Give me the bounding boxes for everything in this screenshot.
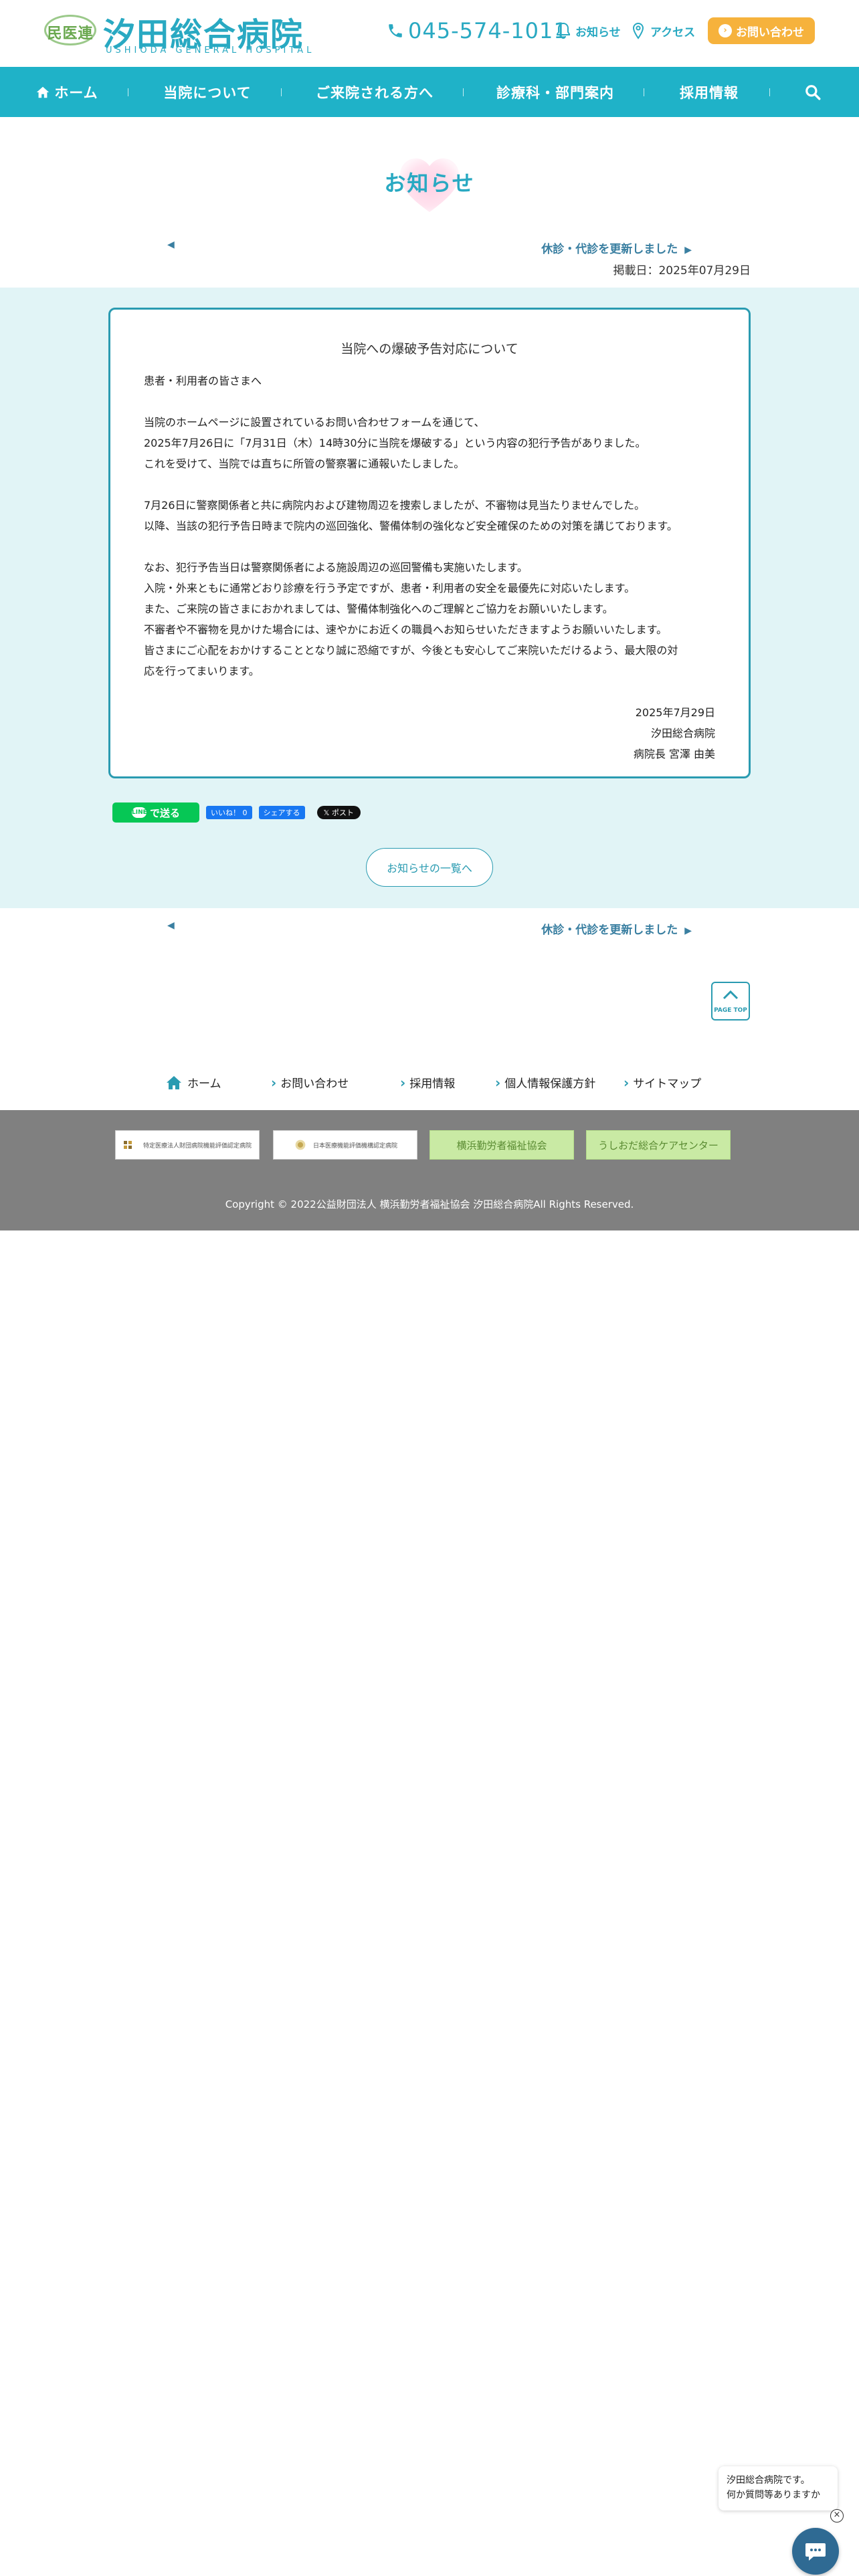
next-post-link[interactable]: 休診・代診を更新しました ▶ bbox=[541, 920, 692, 937]
logo-subtitle: USHIODA GENERAL HOSPITAL bbox=[106, 45, 315, 56]
chat-bubble-icon bbox=[805, 2543, 826, 2561]
article-card: 当院への爆破予告対応について 患者・利用者の皆さまへ 当院のホームページに設置さ… bbox=[108, 308, 751, 778]
nav-visitors[interactable]: ご来院される方へ bbox=[288, 67, 462, 117]
search-icon bbox=[805, 84, 821, 100]
accreditation-seal-icon bbox=[295, 1140, 306, 1150]
article-line: 不審者や不審物を見かけた場合には、速やかにお近くの職員へお知らせいただきますよう… bbox=[144, 623, 668, 636]
article-line: また、ご来院の皆さまにおかれましては、警備体制強化へのご理解とご協力をお願いいた… bbox=[144, 603, 613, 615]
chat-greeting-bubble[interactable]: 汐田総合病院です。 何か質問等ありますか bbox=[719, 2466, 838, 2510]
article-line: 応を行ってまいります。 bbox=[144, 665, 260, 677]
prev-post-arrow-icon[interactable]: ◀ bbox=[167, 239, 175, 250]
chevron-right-icon: › bbox=[271, 1074, 277, 1091]
article-line: 当院のホームページに設置されているお問い合わせフォームを通じて、 bbox=[144, 416, 485, 429]
facebook-share-button[interactable]: シェアする bbox=[258, 806, 305, 819]
line-share-button[interactable]: LINE で送る bbox=[112, 802, 199, 823]
footer-link-home[interactable]: ホーム bbox=[166, 1074, 221, 1091]
article-title: 当院への爆破予告対応について bbox=[341, 342, 518, 356]
chevron-right-icon: › bbox=[400, 1074, 406, 1091]
footer-link-recruit[interactable]: › 採用情報 bbox=[400, 1074, 455, 1091]
phone-icon bbox=[389, 24, 402, 37]
header-access-link[interactable]: アクセス bbox=[630, 20, 695, 41]
chevron-right-icon: › bbox=[624, 1074, 630, 1091]
line-logo-icon: LINE bbox=[131, 807, 147, 818]
news-list-button[interactable]: お知らせの一覧へ bbox=[366, 848, 493, 887]
nav-divider bbox=[769, 88, 770, 96]
banner-accreditation-2[interactable]: 日本医療機能評価機構認定病院 bbox=[273, 1130, 417, 1160]
site-logo[interactable]: 民医連 汐田総合病院 USHIODA GENERAL HOSPITAL bbox=[41, 8, 311, 58]
chat-close-icon[interactable]: × bbox=[830, 2509, 844, 2523]
banner-care-center[interactable]: うしおだ総合ケアセンター bbox=[586, 1130, 731, 1160]
bell-icon bbox=[557, 22, 570, 39]
footer-link-sitemap[interactable]: › サイトマップ bbox=[624, 1074, 701, 1091]
home-icon bbox=[37, 86, 50, 98]
nav-departments[interactable]: 診療科・部門案内 bbox=[468, 67, 642, 117]
post-pager-bottom: ◀ 休診・代診を更新しました ▶ bbox=[0, 908, 859, 948]
global-nav: ホーム 当院について ご来院される方へ 診療科・部門案内 採用情報 bbox=[0, 67, 859, 117]
chevron-right-icon: › bbox=[495, 1074, 501, 1091]
site-footer: 特定医療法人財団病院機能評価認定病院 日本医療機能評価機構認定病院 横浜勤労者福… bbox=[0, 1110, 859, 1230]
accreditation-logo-icon bbox=[123, 1141, 132, 1149]
triangle-right-icon: ▶ bbox=[684, 926, 692, 936]
copyright: Copyright © 2022公益財団法人 横浜勤労者福祉協会 汐田総合病院A… bbox=[225, 1198, 634, 1210]
article-line: これを受けて、当院では直ちに所管の警察署に通報いたしました。 bbox=[144, 457, 465, 470]
nav-home[interactable]: ホーム bbox=[20, 67, 114, 117]
contact-button[interactable]: › お問い合わせ bbox=[708, 17, 815, 44]
signature-name: 病院長 宮澤 由美 bbox=[633, 748, 715, 760]
site-header: 民医連 汐田総合病院 USHIODA GENERAL HOSPITAL 045-… bbox=[0, 0, 859, 67]
article-line: なお、犯行予告当日は警察関係者による施設周辺の巡回警備も実施いたします。 bbox=[144, 561, 528, 574]
nav-divider bbox=[463, 88, 464, 96]
footer-link-contact[interactable]: › お問い合わせ bbox=[271, 1074, 349, 1091]
signature-org: 汐田総合病院 bbox=[650, 727, 715, 740]
nav-recruit[interactable]: 採用情報 bbox=[649, 67, 769, 117]
article-line: 皆さまにご心配をおかけすることとなり誠に恐縮ですが、今後とも安心してご来院いただ… bbox=[144, 644, 678, 657]
facebook-like-button[interactable]: いいね！ 0 bbox=[206, 806, 252, 819]
phone-number[interactable]: 045-574-1011 bbox=[387, 17, 568, 44]
post-date: 掲載日：2025年07月29日 bbox=[613, 264, 751, 278]
page-top-button[interactable]: PAGE TOP bbox=[711, 982, 750, 1021]
x-post-button[interactable]: 𝕏 ポスト bbox=[316, 806, 361, 819]
article-line: 7月26日に警察関係者と共に病院内および建物周辺を捜索しましたが、不審物は見当た… bbox=[144, 499, 645, 512]
home-icon bbox=[167, 1075, 181, 1089]
chevron-right-icon: › bbox=[719, 24, 732, 37]
minirenn-badge: 民医連 bbox=[44, 15, 96, 45]
header-news-link[interactable]: お知らせ bbox=[555, 20, 621, 41]
search-button[interactable] bbox=[789, 67, 836, 117]
page-title-area: お知らせ bbox=[0, 117, 859, 234]
chat-launcher-button[interactable] bbox=[792, 2528, 839, 2575]
post-pager-top: ◀ 休診・代診を更新しました ▶ bbox=[0, 234, 859, 261]
article-section: 当院への爆破予告対応について 患者・利用者の皆さまへ 当院のホームページに設置さ… bbox=[0, 288, 859, 908]
page-title: お知らせ bbox=[384, 171, 475, 196]
footer-links: ホーム › お問い合わせ › 採用情報 › 個人情報保護方針 › サイトマップ bbox=[0, 1066, 859, 1099]
prev-post-arrow-icon[interactable]: ◀ bbox=[167, 920, 175, 931]
nav-about[interactable]: 当院について bbox=[134, 67, 281, 117]
triangle-right-icon: ▶ bbox=[684, 245, 692, 255]
article-line: 2025年7月26日に「7月31日（木）14時30分に当院を爆破する」という内容… bbox=[144, 437, 646, 449]
share-buttons: LINE で送る いいね！ 0 シェアする 𝕏 ポスト bbox=[112, 802, 361, 823]
banner-accreditation-1[interactable]: 特定医療法人財団病院機能評価認定病院 bbox=[115, 1130, 260, 1160]
map-pin-icon bbox=[632, 22, 644, 39]
article-greeting: 患者・利用者の皆さまへ bbox=[144, 374, 262, 387]
banner-welfare-association[interactable]: 横浜勤労者福祉協会 bbox=[430, 1130, 574, 1160]
footer-link-privacy[interactable]: › 個人情報保護方針 bbox=[495, 1074, 595, 1091]
next-post-link[interactable]: 休診・代診を更新しました ▶ bbox=[541, 239, 692, 256]
chevron-up-icon bbox=[723, 990, 739, 1000]
article-line: 以降、当該の犯行予告日時まで院内の巡回強化、警備体制の強化など安全確保のための対… bbox=[144, 520, 678, 532]
nav-divider bbox=[281, 88, 282, 96]
article-line: 入院・外来ともに通常どおり診療を行う予定ですが、患者・利用者の安全を最優先に対応… bbox=[144, 582, 636, 595]
signature-date: 2025年7月29日 bbox=[635, 706, 715, 719]
